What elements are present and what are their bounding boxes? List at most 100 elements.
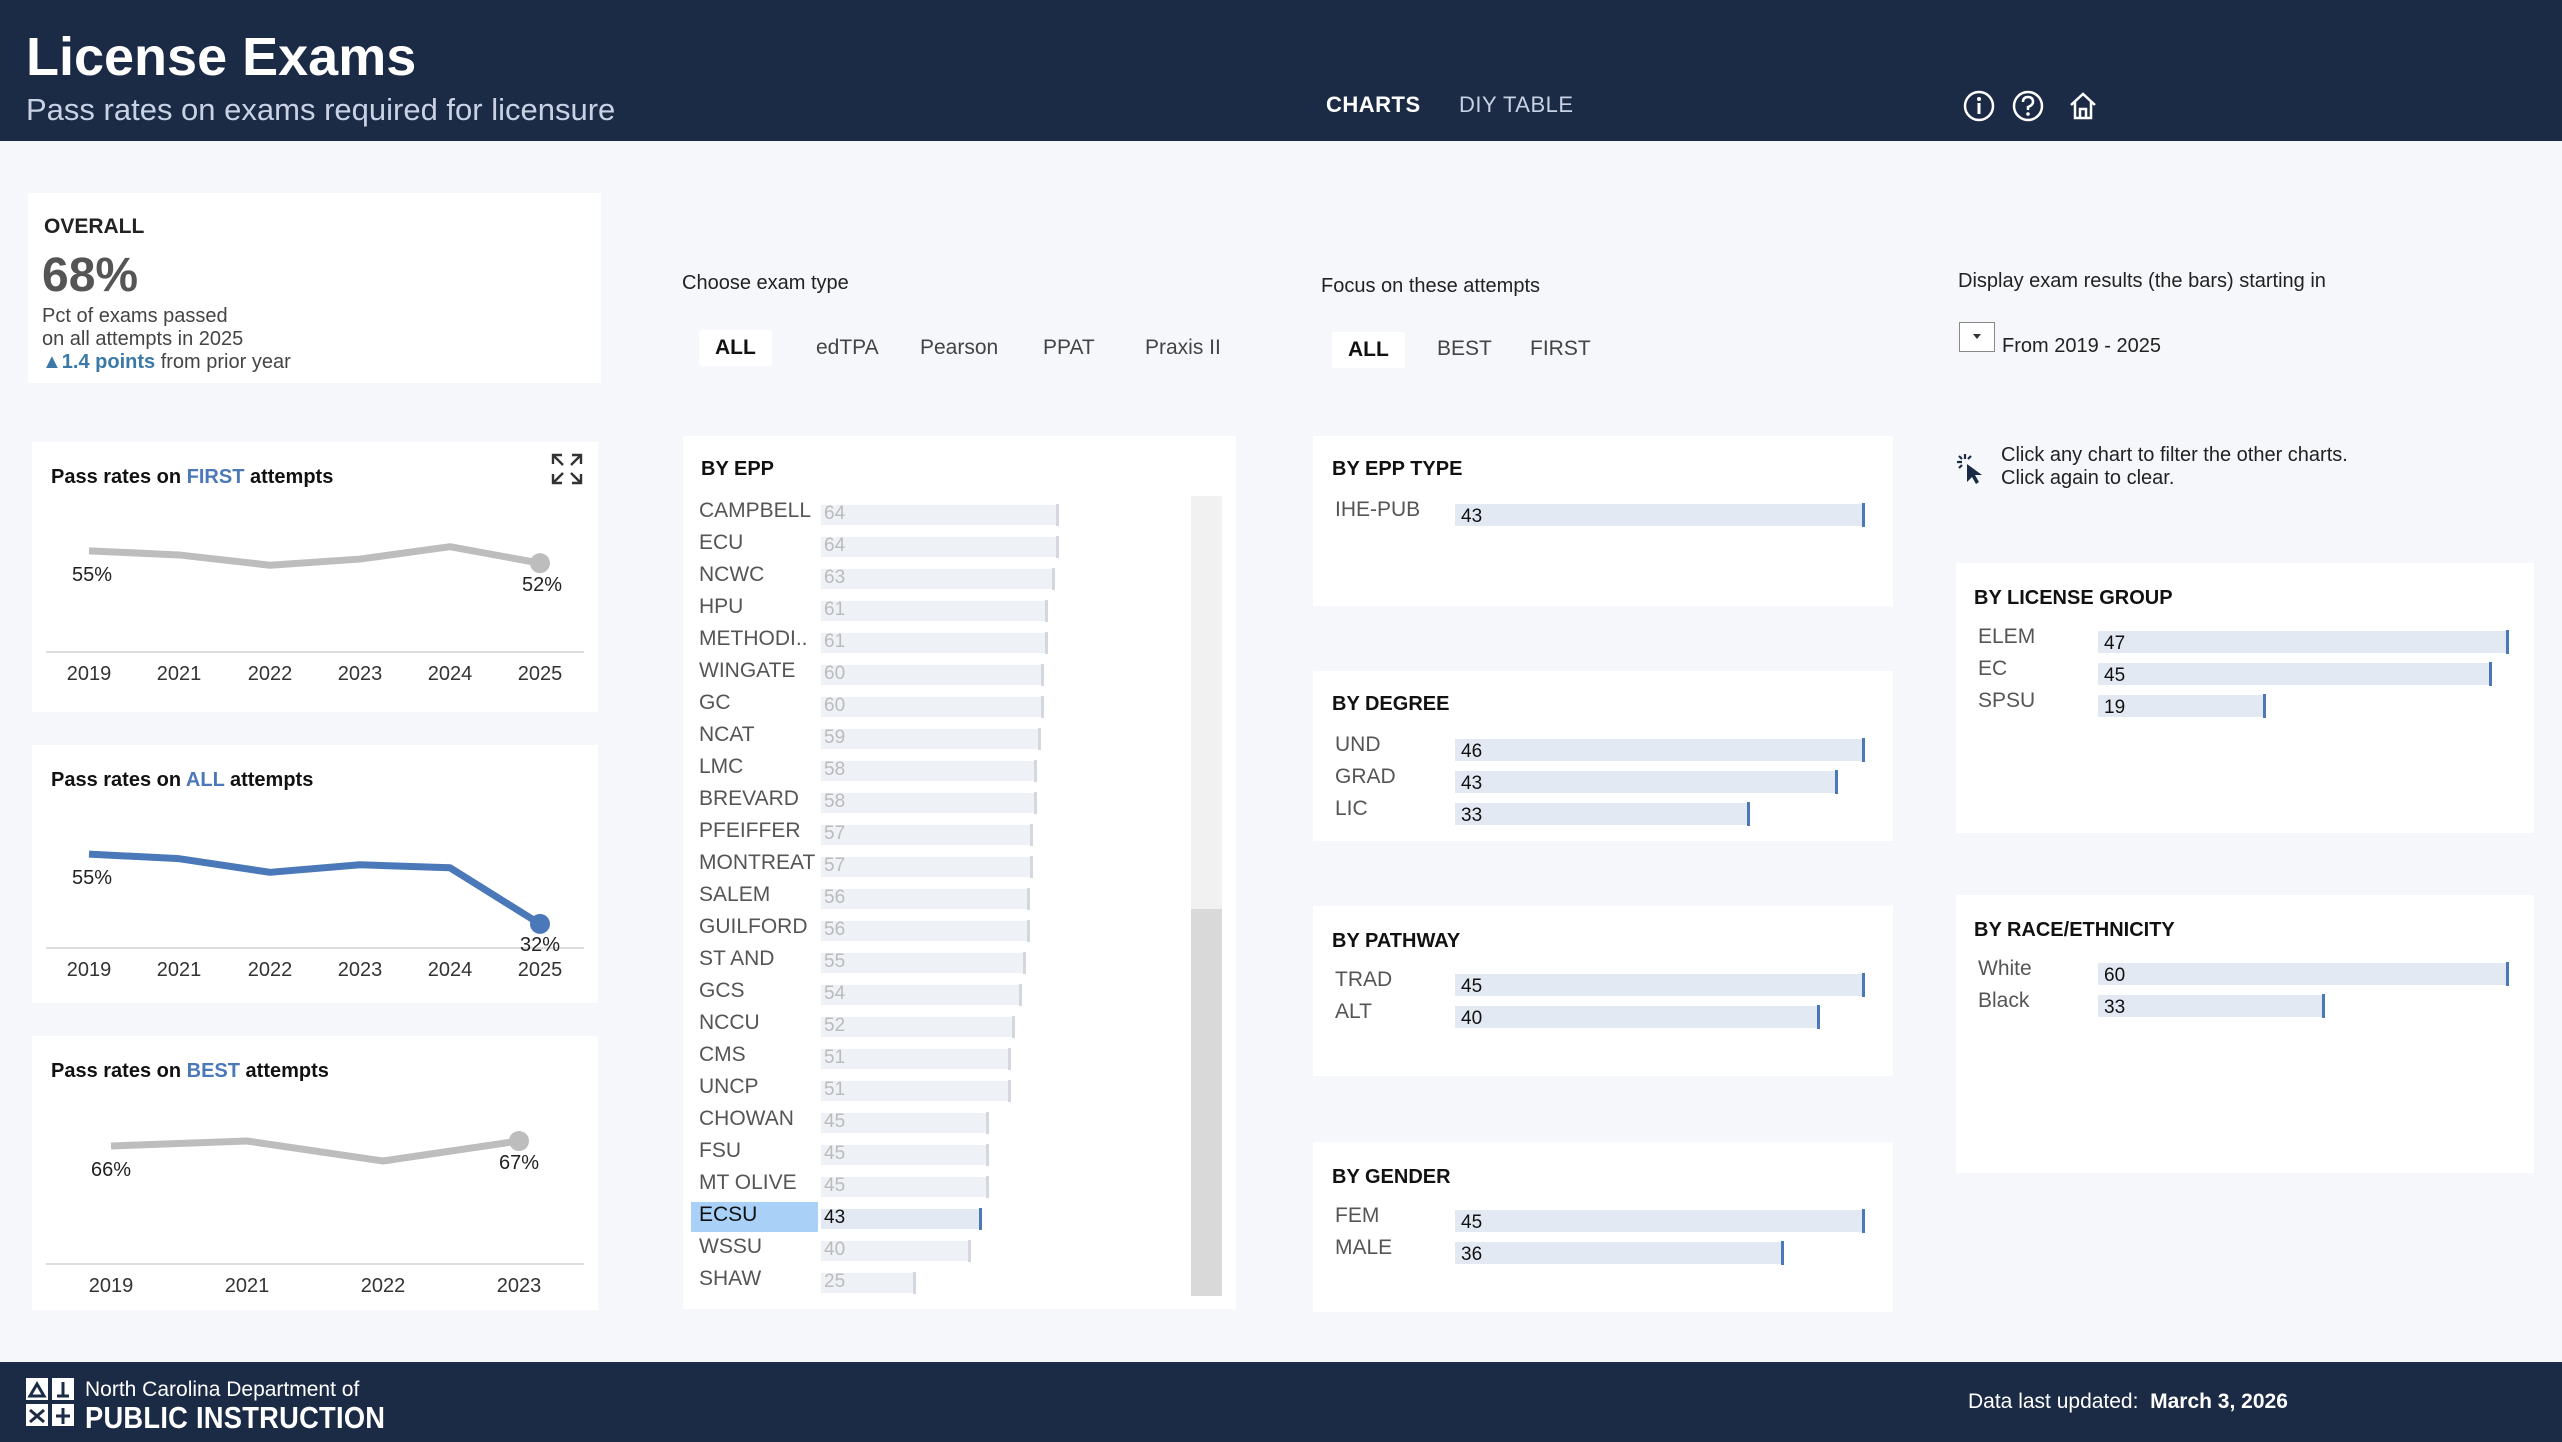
first-value-label: 55% xyxy=(72,867,112,889)
attempt-option[interactable]: BEST xyxy=(1437,337,1492,361)
header: License Exams Pass rates on exams requir… xyxy=(0,0,2562,141)
epp-row[interactable]: CHOWAN 45 xyxy=(695,1104,1185,1136)
year-label: 2025 xyxy=(518,959,563,981)
by-license-group-title: BY LICENSE GROUP xyxy=(1974,587,2173,609)
trend-card-all[interactable]: Pass rates on ALL attempts 2019 2021 2022 2… xyxy=(32,745,598,1003)
scrollbar-track[interactable] xyxy=(1191,496,1222,1296)
breakdown-bar-tick xyxy=(2506,962,2509,986)
breakdown-row[interactable]: EC 45 xyxy=(1978,655,2516,687)
breakdown-bar-tick xyxy=(2506,630,2509,654)
hint-line2: Click again to clear. xyxy=(2001,467,2175,489)
start-year-dropdown[interactable] xyxy=(1959,322,1995,352)
epp-row[interactable]: FSU 45 xyxy=(695,1136,1185,1168)
epp-bar-tick xyxy=(1030,856,1034,878)
breakdown-row[interactable]: ELEM 47 xyxy=(1978,623,2516,655)
epp-bar xyxy=(821,953,1023,973)
tab-charts[interactable]: CHARTS xyxy=(1326,92,1421,118)
info-icon[interactable] xyxy=(1962,89,1996,123)
start-year-value[interactable]: From 2019 - 2025 xyxy=(2002,335,2161,358)
trend-card-first[interactable]: Pass rates on FIRST attempts 2019 2021 202… xyxy=(32,442,598,712)
epp-row[interactable]: WSSU 40 xyxy=(695,1232,1185,1264)
exam-type-option[interactable]: ALL xyxy=(699,330,772,366)
home-icon[interactable] xyxy=(2066,89,2100,123)
epp-row[interactable]: GUILFORD 56 xyxy=(695,912,1185,944)
breakdown-row[interactable]: Black 33 xyxy=(1978,987,2516,1019)
epp-row[interactable]: BREVARD 58 xyxy=(695,784,1185,816)
breakdown-row[interactable]: GRAD 43 xyxy=(1335,763,1872,795)
epp-row[interactable]: SALEM 56 xyxy=(695,880,1185,912)
epp-row[interactable]: HPU 61 xyxy=(695,592,1185,624)
exam-type-option[interactable]: PPAT xyxy=(1043,336,1095,360)
epp-row[interactable]: ECU 64 xyxy=(695,528,1185,560)
breakdown-row[interactable]: SPSU 19 xyxy=(1978,687,2516,719)
by-degree-card: BY DEGREE UND 46 GRAD 43 LIC 33 xyxy=(1313,671,1893,841)
epp-row[interactable]: GC 60 xyxy=(695,688,1185,720)
trend-point[interactable] xyxy=(530,913,550,934)
last-value-label: 67% xyxy=(499,1152,539,1174)
trend-chart-best[interactable]: 2019 2021 2022 2023 66% 67% xyxy=(32,1036,598,1310)
breakdown-value: 43 xyxy=(1461,506,1483,527)
breakdown-row[interactable]: TRAD 45 xyxy=(1335,966,1872,998)
epp-bar xyxy=(821,1017,1012,1037)
epp-row[interactable]: CAMPBELL 64 xyxy=(695,496,1185,528)
year-label: 2023 xyxy=(338,959,383,981)
epp-row[interactable]: ST AND 55 xyxy=(695,944,1185,976)
epp-row[interactable]: WINGATE 60 xyxy=(695,656,1185,688)
epp-value: 45 xyxy=(824,1175,846,1196)
exam-type-option[interactable]: Pearson xyxy=(920,336,998,360)
epp-row[interactable]: NCWC 63 xyxy=(695,560,1185,592)
breakdown-row[interactable]: MALE 36 xyxy=(1335,1234,1872,1266)
breakdown-value: 19 xyxy=(2104,697,2126,718)
epp-row[interactable]: UNCP 51 xyxy=(695,1072,1185,1104)
epp-row[interactable]: NCCU 52 xyxy=(695,1008,1185,1040)
epp-row[interactable]: SHAW 25 xyxy=(695,1264,1185,1296)
breakdown-label: TRAD xyxy=(1335,968,1393,991)
epp-bar xyxy=(821,633,1045,653)
year-label: 2023 xyxy=(497,1275,542,1297)
trend-point[interactable] xyxy=(509,1131,529,1151)
exam-type-option[interactable]: Praxis II xyxy=(1145,336,1221,360)
trend-point[interactable] xyxy=(530,553,550,574)
epp-row[interactable]: METHODI.. 61 xyxy=(695,624,1185,656)
trend-chart-all[interactable]: 2019 2021 2022 2023 2024 2025 55% 32% xyxy=(32,745,598,1003)
exam-type-option[interactable]: edTPA xyxy=(816,336,879,360)
breakdown-row[interactable]: LIC 33 xyxy=(1335,795,1872,827)
epp-row[interactable]: ECSU 43 xyxy=(691,1200,1185,1232)
overall-card[interactable]: OVERALL 68% Pct of exams passed on all a… xyxy=(28,193,601,383)
epp-bar xyxy=(821,889,1027,909)
epp-row[interactable]: PFEIFFER 57 xyxy=(695,816,1185,848)
epp-row[interactable]: MT OLIVE 45 xyxy=(695,1168,1185,1200)
breakdown-label: EC xyxy=(1978,657,2008,680)
year-label: 2022 xyxy=(248,959,293,981)
breakdown-bar-tick xyxy=(2262,694,2266,718)
trend-line[interactable] xyxy=(88,850,542,927)
epp-bar-tick xyxy=(1052,568,1056,590)
attempt-option[interactable]: ALL xyxy=(1332,332,1405,368)
tab-diy-table[interactable]: DIY TABLE xyxy=(1459,92,1574,118)
breakdown-row[interactable]: White 60 xyxy=(1978,955,2516,987)
epp-bar-tick xyxy=(1044,632,1048,654)
attempt-option[interactable]: FIRST xyxy=(1530,337,1591,361)
scrollbar-thumb[interactable] xyxy=(1191,909,1222,1296)
breakdown-row[interactable]: ALT 40 xyxy=(1335,998,1872,1030)
trend-line[interactable] xyxy=(88,543,541,569)
epp-row[interactable]: NCAT 59 xyxy=(695,720,1185,752)
epp-row[interactable]: CMS 51 xyxy=(695,1040,1185,1072)
epp-row[interactable]: GCS 54 xyxy=(695,976,1185,1008)
trend-line[interactable] xyxy=(110,1137,520,1165)
epp-row[interactable]: LMC 58 xyxy=(695,752,1185,784)
breakdown-row[interactable]: FEM 45 xyxy=(1335,1202,1872,1234)
epp-row[interactable]: MONTREAT 57 xyxy=(695,848,1185,880)
epp-name: WSSU xyxy=(699,1235,762,1258)
page-subtitle: Pass rates on exams required for licensu… xyxy=(26,92,616,127)
trend-chart-first[interactable]: 2019 2021 2022 2023 2024 2025 55% 52% xyxy=(32,442,598,712)
epp-value: 51 xyxy=(824,1079,846,1100)
year-label: 2019 xyxy=(89,1275,134,1297)
epp-bar-tick xyxy=(1044,600,1048,622)
trend-card-best[interactable]: Pass rates on BEST attempts 2019 2021 2022… xyxy=(32,1036,598,1310)
breakdown-row[interactable]: UND 46 xyxy=(1335,731,1872,763)
breakdown-label: LIC xyxy=(1335,797,1368,820)
breakdown-value: 45 xyxy=(1461,976,1483,997)
help-icon[interactable] xyxy=(2011,89,2045,123)
breakdown-row[interactable]: IHE-PUB 43 xyxy=(1335,496,1872,528)
